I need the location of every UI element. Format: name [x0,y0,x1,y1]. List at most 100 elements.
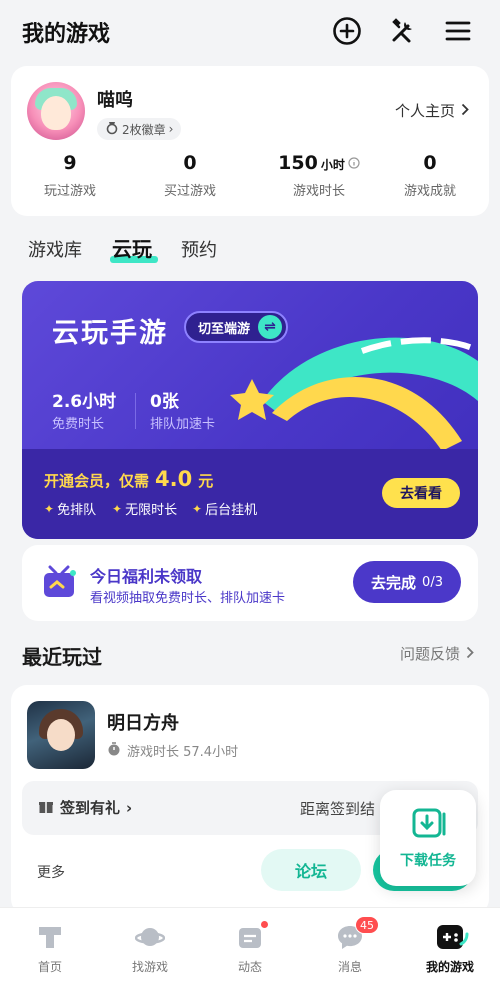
tab-reservations[interactable]: 预约 [181,236,217,262]
tools-icon[interactable] [386,14,420,48]
download-task-button[interactable]: 下载任务 [380,790,476,886]
chevron-right-icon [466,645,474,663]
stat-value: 9 [63,152,77,174]
game-cover-image[interactable] [27,701,95,769]
add-circle-icon[interactable] [330,14,364,48]
bottom-nav: 首页 找游戏 动态 45 消息 我的游戏 [0,907,500,987]
stat-label: 买过游戏 [163,184,216,199]
nav-label: 消息 [337,960,362,974]
badges-label: 2枚徽章 [122,122,166,137]
tab-game-library[interactable]: 游戏库 [28,236,82,262]
nav-label: 动态 [237,960,262,974]
stat-value: 150 [278,152,318,174]
menu-icon[interactable] [441,14,475,48]
message-icon: 45 [335,916,379,952]
switch-to-pc-button[interactable]: 切至端游 ⇌ [184,311,289,343]
welfare-title: 今日福利未领取 [90,567,203,586]
divider [135,393,136,429]
perk-label: 后台挂机 [205,503,258,518]
chevron-right-icon: › [168,122,174,136]
profile-card: 喵呜 2枚徽章 › 个人主页 9 玩过游戏 0 买过游戏 150 小时 游戏时长… [11,66,489,216]
nav-label: 我的游戏 [425,960,474,974]
vip-price: 4.0 [155,467,193,491]
nav-label: 找游戏 [131,960,168,974]
game-name: 明日方舟 [107,713,179,734]
stat-value: 0 [423,152,437,174]
nav-find-games[interactable]: 找游戏 [100,908,200,987]
sparkle-icon: ✦ [192,501,203,516]
stat-games-bought[interactable]: 0 买过游戏 [135,152,245,199]
perk-no-queue: ✦ 免排队 [44,499,97,519]
homepage-label: 个人主页 [394,102,455,120]
top-bar: 我的游戏 [0,0,500,64]
queue-card-label: 排队加速卡 [150,417,216,432]
medal-icon [105,121,119,138]
checkin-distance: 距离签到结 [300,800,376,818]
sparkle-icon: ✦ [44,501,55,516]
username: 喵呜 [97,90,133,111]
notification-dot [260,920,269,929]
view-vip-button[interactable]: 去看看 [382,478,460,508]
page-title: 我的游戏 [22,22,111,47]
stat-achievements[interactable]: 0 游戏成就 [375,152,485,199]
free-time-label: 免费时长 [52,417,105,432]
queue-card-value: 0张 [150,392,179,412]
perk-background-idle: ✦ 后台挂机 [192,499,258,519]
stat-play-time[interactable]: 150 小时 游戏时长 [259,152,379,199]
download-task-label: 下载任务 [400,853,456,869]
playtime-text: 游戏时长 57.4小时 [127,745,239,760]
daily-welfare-card[interactable]: 今日福利未领取 看视频抽取免费时长、排队加速卡 去完成 0/3 [22,545,478,621]
perk-label: 免排队 [57,503,97,518]
vip-text: 开通会员，仅需 [44,472,150,490]
stat-label: 游戏成就 [403,184,456,199]
more-link[interactable]: 更多 [37,862,65,882]
tab-cloud-play[interactable]: 云玩 [112,233,152,262]
vip-offer: 开通会员，仅需 4.0 元 [44,467,213,491]
nav-label: 首页 [37,960,62,974]
gift-icon [38,798,54,818]
welfare-subtitle: 看视频抽取免费时长、排队加速卡 [90,591,286,606]
switch-label: 切至端游 [198,321,251,337]
stat-unit: 小时 [320,158,345,172]
stopwatch-icon [107,741,121,760]
feedback-label: 问题反馈 [399,645,460,663]
planet-icon [134,922,166,952]
feed-icon [235,920,269,952]
free-time-value: 2.6小时 [52,392,117,412]
avatar[interactable] [27,82,85,140]
task-progress: 0/3 [422,574,443,590]
download-icon [412,808,446,838]
promo-title: 云玩手游 [52,318,168,349]
forum-button[interactable]: 论坛 [261,849,361,891]
swap-icon: ⇌ [258,315,283,339]
chevron-right-icon: › [126,798,133,817]
cloud-play-promo-card[interactable]: 云玩手游 切至端游 ⇌ 2.6小时 免费时长 0张 排队加速卡 开通会员，仅需 … [22,281,478,539]
info-icon[interactable] [348,152,360,174]
nav-home[interactable]: 首页 [0,908,100,987]
complete-label: 去完成 [371,573,417,592]
homepage-link[interactable]: 个人主页 [395,100,469,121]
perk-label: 无限时长 [125,503,178,518]
stat-label: 玩过游戏 [43,184,96,199]
game-playtime: 游戏时长 57.4小时 [107,741,238,760]
feedback-link[interactable]: 问题反馈 [400,643,474,664]
home-icon [35,922,65,952]
stat-value: 0 [183,152,197,174]
checkin-text: 签到有礼 [60,799,121,817]
nav-messages[interactable]: 45 消息 [300,908,400,987]
stat-games-played[interactable]: 9 玩过游戏 [15,152,125,199]
nav-my-games[interactable]: 我的游戏 [400,908,500,987]
nav-feed[interactable]: 动态 [200,908,300,987]
complete-task-button[interactable]: 去完成 0/3 [353,561,461,603]
vip-unit: 元 [198,472,214,490]
stat-label: 游戏时长 [292,184,345,199]
badges-pill[interactable]: 2枚徽章 › [97,118,182,140]
sparkle-icon: ✦ [112,501,123,516]
checkin-label: 签到有礼 › [38,797,132,818]
recent-played-title: 最近玩过 [22,645,102,669]
message-count-badge: 45 [355,916,379,934]
chevron-right-icon [461,102,469,120]
perk-unlimited-time: ✦ 无限时长 [112,499,178,519]
video-reward-icon [44,565,76,597]
gamepad-icon [435,922,469,952]
